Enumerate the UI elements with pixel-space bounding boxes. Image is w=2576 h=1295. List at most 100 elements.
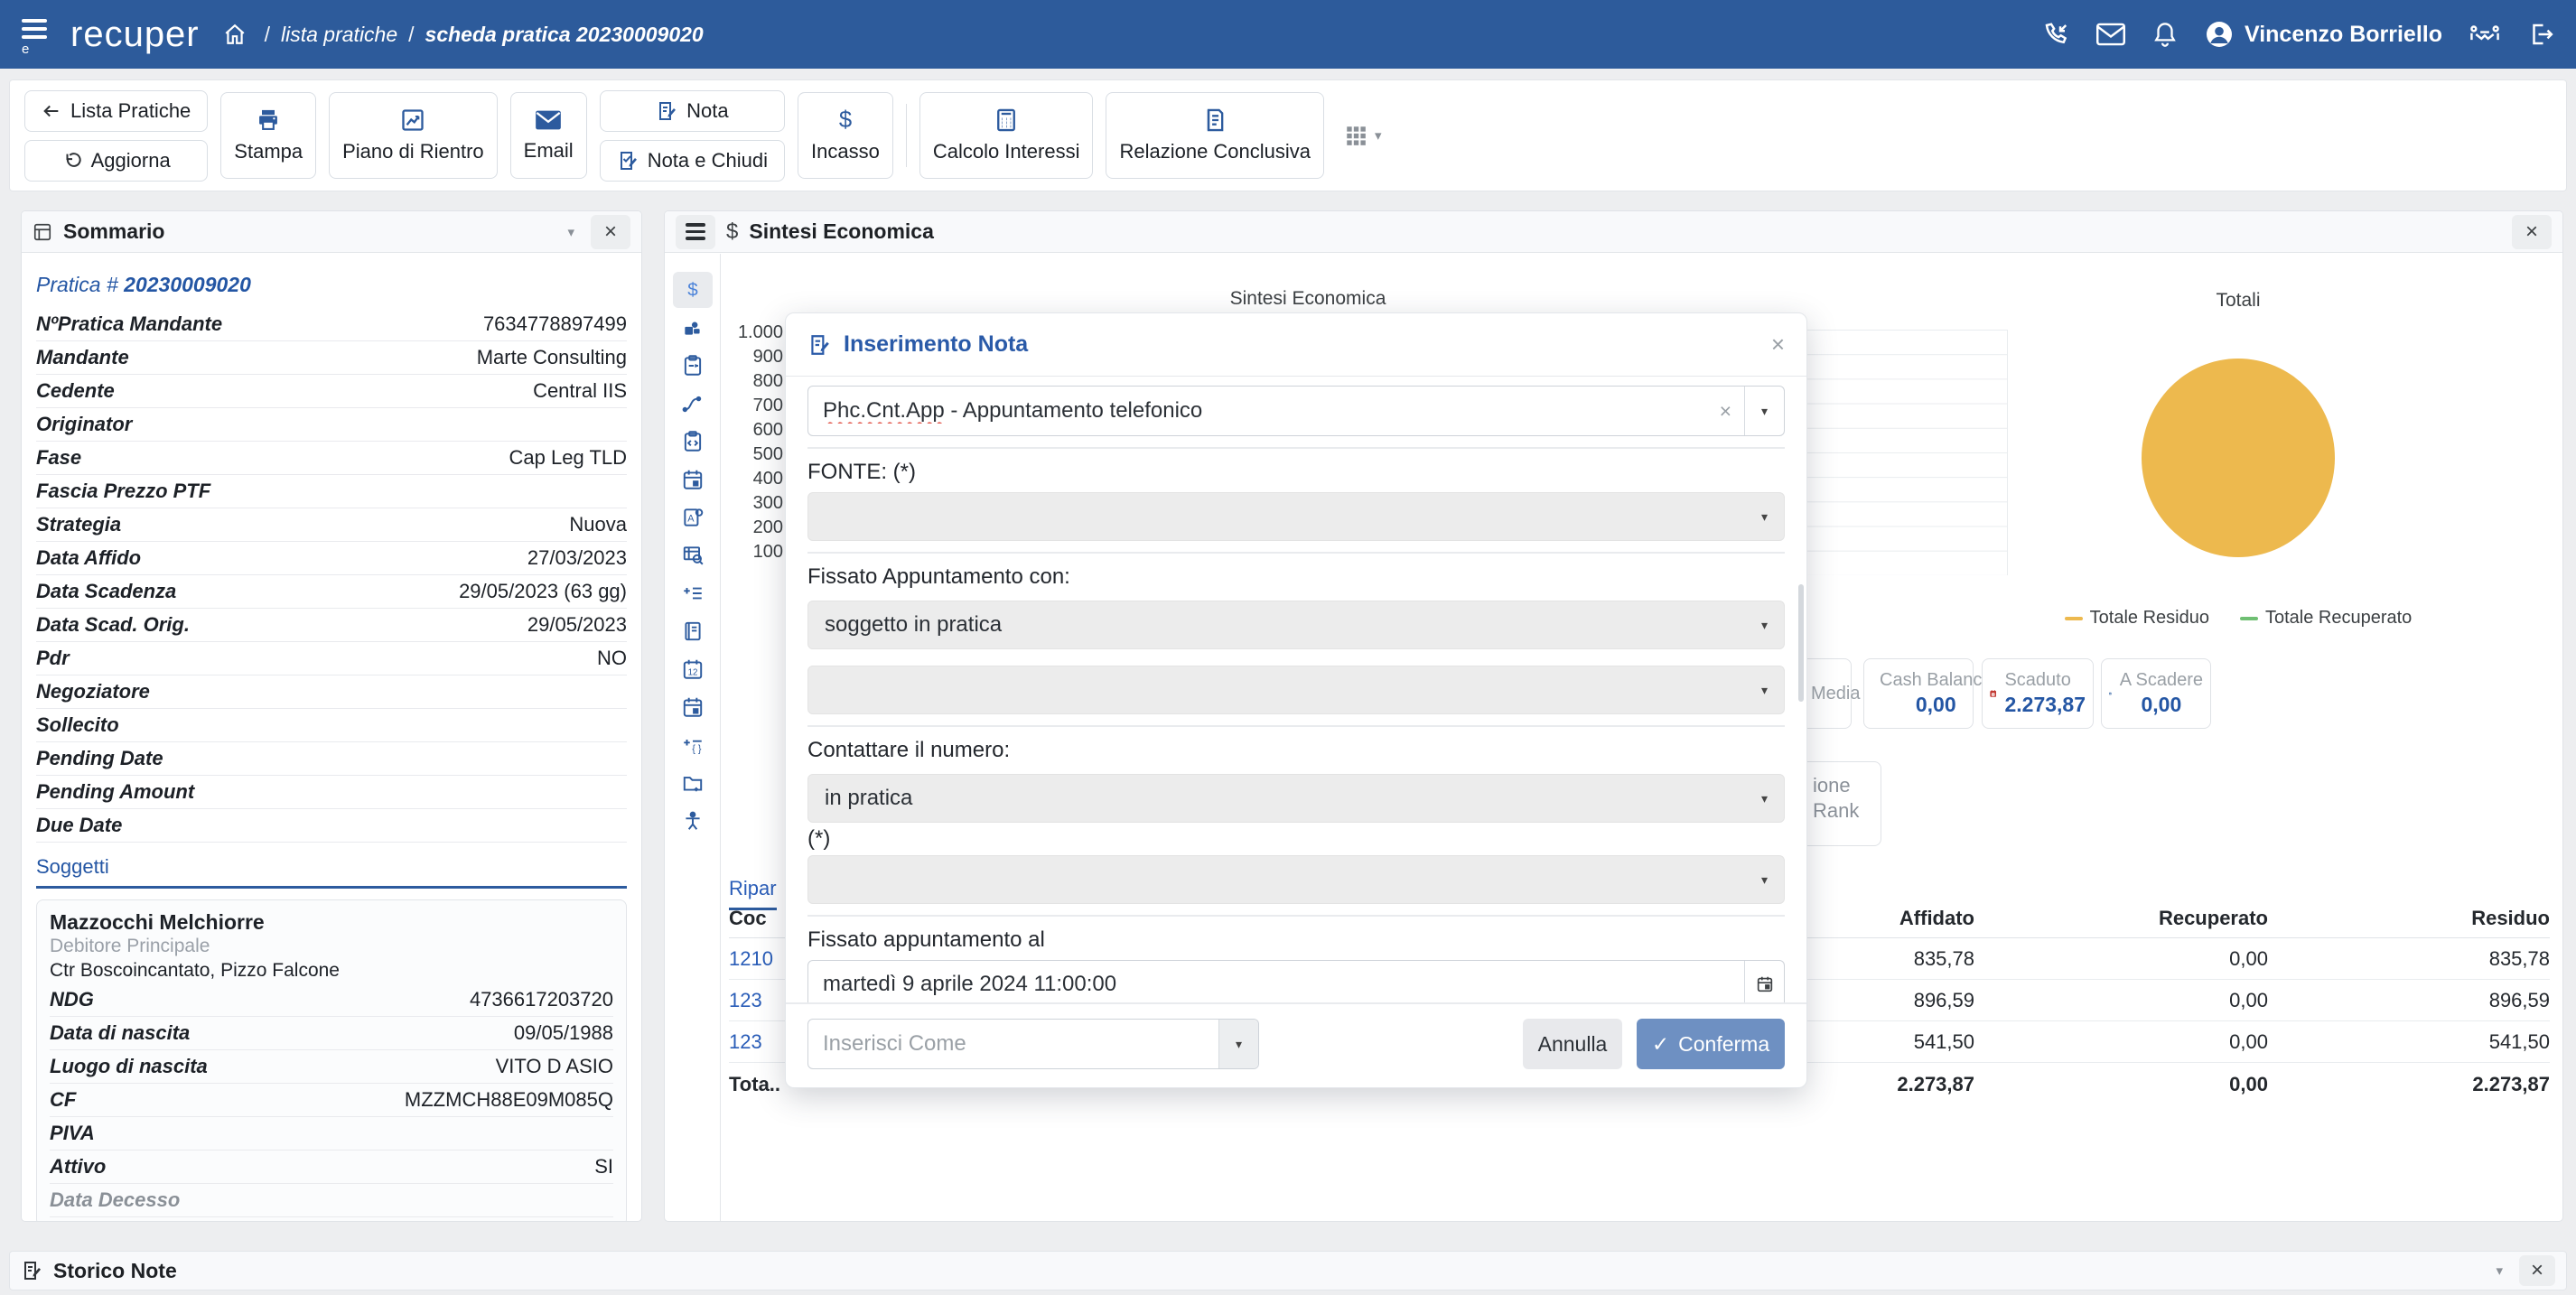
dollar-icon[interactable]: $: [673, 272, 713, 308]
close-icon[interactable]: ×: [2519, 1255, 2555, 1286]
calendar-icon: [2109, 676, 2112, 711]
chart-legend: Totale Residuo Totale Recuperato: [1967, 608, 2509, 629]
soggetto-detail-select[interactable]: ▾: [807, 666, 1785, 714]
field-row: Luogo di nascitaVITO D ASIO: [50, 1050, 613, 1084]
collapse-caret-icon[interactable]: ▾: [567, 224, 574, 240]
calcolo-interessi-button[interactable]: Calcolo Interessi: [919, 92, 1094, 179]
home-icon[interactable]: [223, 23, 247, 46]
scaduto-card: x Scaduto 2.273,87: [1982, 658, 2094, 729]
incasso-button[interactable]: $ Incasso: [798, 92, 893, 179]
appuntamento-con-select[interactable]: soggetto in pratica ▾: [807, 601, 1785, 649]
folder-plus-icon[interactable]: [673, 765, 713, 801]
puzzle-icon[interactable]: [673, 310, 713, 346]
book-icon[interactable]: [673, 613, 713, 649]
summary-icon: [33, 222, 52, 242]
card-value: 0,00: [2120, 693, 2203, 717]
collapse-caret-icon[interactable]: ▾: [2496, 1262, 2503, 1279]
add-braces-icon[interactable]: { }: [673, 727, 713, 763]
code-link[interactable]: 123: [729, 989, 762, 1011]
selected-value: soggetto in pratica: [825, 612, 1002, 638]
clipboard-code-icon[interactable]: [673, 424, 713, 460]
stampa-button[interactable]: Stampa: [220, 92, 316, 179]
dollar-icon: $: [833, 107, 858, 133]
relazione-conclusiva-button[interactable]: Relazione Conclusiva: [1106, 92, 1324, 179]
report-icon: [1202, 107, 1227, 133]
aggiorna-button[interactable]: Aggiorna: [24, 140, 208, 182]
bell-icon[interactable]: [2152, 21, 2178, 48]
add-list-icon[interactable]: [673, 575, 713, 611]
chevron-down-icon[interactable]: ▾: [1744, 387, 1784, 435]
svg-text:{ }: { }: [692, 744, 702, 755]
fonte-select[interactable]: ▾: [807, 492, 1785, 541]
mail-icon[interactable]: [2096, 23, 2125, 46]
clipboard-plus-icon[interactable]: [673, 348, 713, 384]
field-row: NDG4736617203720: [50, 983, 613, 1017]
field-row: Originator: [36, 408, 627, 442]
code-link[interactable]: 1210: [729, 947, 773, 970]
inserisci-come-select[interactable]: Inserisci Come ▾: [807, 1019, 1259, 1069]
field-row: PdrNO: [36, 642, 627, 675]
panel-menu-icon[interactable]: [676, 215, 715, 249]
nota-e-chiudi-button[interactable]: Nota e Chiudi: [600, 140, 785, 182]
breadcrumb-lista-pratiche[interactable]: lista pratiche: [281, 23, 397, 47]
panel-title: Sintesi Economica: [749, 219, 934, 244]
card-value: 0,00: [1880, 693, 1993, 717]
modal-scrollbar[interactable]: [1798, 584, 1804, 702]
breadcrumb-separator: /: [408, 23, 414, 47]
note-icon: [656, 100, 677, 122]
close-icon[interactable]: ×: [591, 215, 630, 249]
piano-di-rientro-button[interactable]: Piano di Rientro: [329, 92, 498, 179]
note-icon: [21, 1260, 42, 1281]
calendar-day-icon[interactable]: [673, 689, 713, 725]
numero-detail-select[interactable]: ▾: [807, 855, 1785, 904]
close-icon[interactable]: ×: [2512, 215, 2552, 249]
conferma-button[interactable]: ✓ Conferma: [1637, 1019, 1785, 1069]
field-row: Fascia Prezzo PTF: [36, 475, 627, 508]
calendar-x-icon: x: [1990, 676, 1996, 711]
field-row: Pending Date: [36, 742, 627, 776]
handshake-icon[interactable]: [2469, 22, 2500, 47]
field-row: Data Scad. Orig.29/05/2023: [36, 609, 627, 642]
email-button[interactable]: Email: [510, 92, 587, 179]
bar-chart-y-axis: 1.000900 800700 600500 400300 200100: [721, 321, 783, 564]
lista-pratiche-button[interactable]: Lista Pratiche: [24, 90, 208, 132]
svg-text:A: A: [687, 513, 695, 524]
calendar-icon[interactable]: [673, 461, 713, 498]
user-name: Vincenzo Borriello: [2245, 22, 2442, 48]
field-row: FaseCap Leg TLD: [36, 442, 627, 475]
soggetto-address: Ctr Boscoincantato, Pizzo Falcone: [50, 958, 613, 983]
appointment-datetime-input[interactable]: martedì 9 aprile 2024 11:00:00: [807, 960, 1785, 1002]
calendar-12-icon[interactable]: 12: [673, 651, 713, 687]
field-row: StrategiaNuova: [36, 508, 627, 542]
mail-icon: [535, 108, 562, 132]
close-icon[interactable]: ×: [1771, 331, 1785, 359]
divider: [807, 447, 1785, 449]
person-icon[interactable]: [673, 803, 713, 839]
note-type-combobox[interactable]: Phc.Cnt.App - Appuntamento telefonico × …: [807, 386, 1785, 436]
annulla-button[interactable]: Annulla: [1523, 1019, 1622, 1069]
dollar-icon: $: [726, 219, 738, 245]
field-row: AttivoSI: [50, 1151, 613, 1184]
arrow-left-icon: [42, 101, 61, 121]
contattare-label: Contattare il numero:: [807, 738, 1785, 763]
field-row: Data Affido27/03/2023: [36, 542, 627, 575]
app-logo[interactable]: recuper: [70, 14, 200, 55]
user-menu[interactable]: Vincenzo Borriello: [2205, 20, 2442, 49]
numero-select[interactable]: in pratica ▾: [807, 774, 1785, 823]
phone-incoming-icon[interactable]: [2042, 21, 2069, 48]
code-link[interactable]: 123: [729, 1030, 762, 1053]
grid-icon: [1344, 124, 1367, 147]
field-row: Telefono: [50, 1217, 613, 1222]
nota-button[interactable]: Nota: [600, 90, 785, 132]
document-attach-icon[interactable]: A: [673, 499, 713, 536]
breadcrumb-separator: /: [265, 23, 270, 47]
logout-icon[interactable]: [2527, 21, 2554, 48]
table-search-icon[interactable]: [673, 537, 713, 573]
clear-icon[interactable]: ×: [1707, 399, 1744, 424]
chevron-down-icon: ▾: [1761, 872, 1768, 888]
layout-dropdown-button[interactable]: ▾: [1344, 124, 1382, 147]
flow-icon[interactable]: [673, 386, 713, 422]
calendar-icon[interactable]: [1744, 961, 1784, 1002]
logo-sub-letter: e: [22, 45, 52, 54]
menu-icon[interactable]: e: [22, 19, 52, 54]
